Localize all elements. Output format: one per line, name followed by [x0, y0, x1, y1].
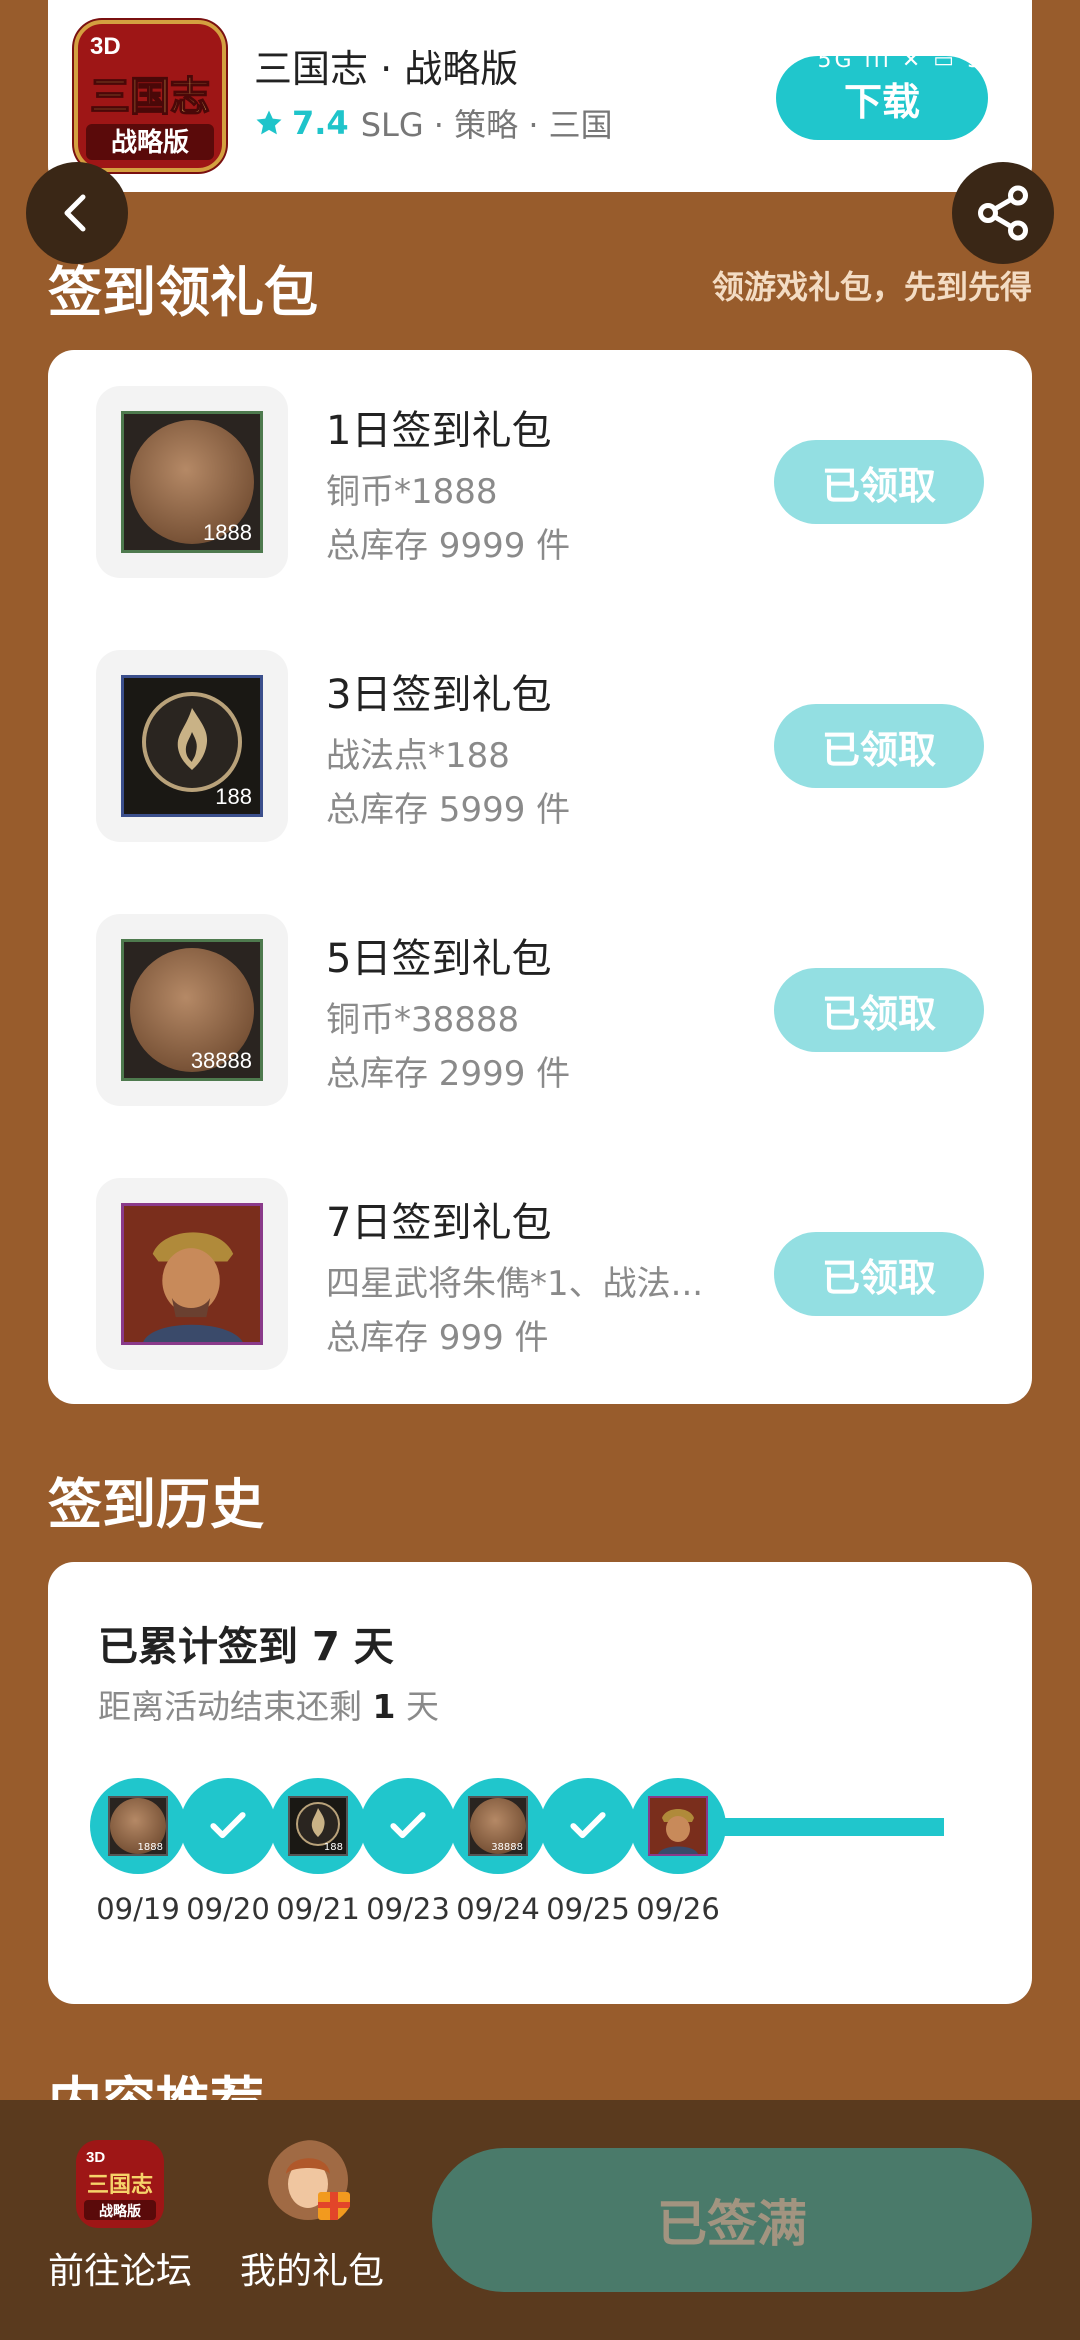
forum-icon-subtitle: 战略版	[99, 2203, 141, 2220]
gift-name: 1日签到礼包	[326, 408, 552, 454]
star-icon	[256, 110, 282, 135]
app-tags: SLG · 策略 · 三国	[360, 106, 613, 144]
gift-stock: 总库存 999 件	[326, 1318, 549, 1358]
flame-medal-icon: 188	[288, 1796, 348, 1856]
claimed-button[interactable]: 已领取	[774, 968, 984, 1052]
gift-list-card: 1888 1日签到礼包 铜币*1888 总库存 9999 件 已领取 188 3…	[48, 350, 1032, 1404]
remain-suffix: 天	[405, 1687, 439, 1726]
copper-coin-icon: 1888	[108, 1796, 168, 1856]
history-node-check	[180, 1778, 276, 1874]
check-icon	[210, 1812, 246, 1839]
app-meta: 7.4 SLG · 策略 · 三国	[254, 100, 613, 146]
node-qty: 1888	[137, 1842, 163, 1853]
forum-icon: 3D 三国志 战略版	[76, 2140, 164, 2228]
total-suffix: 天	[353, 1624, 394, 1670]
history-node-coin: 1888	[90, 1778, 186, 1874]
general-portrait-icon	[648, 1796, 708, 1856]
history-card: 已累计签到 7 天 距离活动结束还剩 1 天 1888 188 38888 09…	[48, 1562, 1032, 2004]
gift-stock: 总库存 5999 件	[326, 790, 571, 830]
bottom-action-bar: 3D 三国志 战略版 前往论坛 我的礼包 已签满	[0, 2100, 1080, 2340]
rating-value: 7.4	[292, 104, 349, 142]
forum-icon-title: 三国志	[87, 2173, 153, 2198]
history-node-check	[540, 1778, 636, 1874]
gift-thumb	[96, 1178, 288, 1370]
forum-button[interactable]: 3D 三国志 战略版 前往论坛	[20, 2140, 220, 2294]
gift-qty: 1888	[203, 520, 252, 545]
claimed-button[interactable]: 已领取	[774, 440, 984, 524]
gift-name: 5日签到礼包	[326, 936, 552, 982]
gift-name: 3日签到礼包	[326, 672, 552, 718]
remaining-days: 距离活动结束还剩 1 天	[98, 1680, 439, 1728]
copper-coin-icon: 38888	[468, 1796, 528, 1856]
gift-desc: 铜币*38888	[326, 1000, 520, 1040]
total-prefix: 已累计签到	[98, 1624, 298, 1670]
status-bar-overlay: 5G ıll ✕ ▭ 5%	[817, 48, 1008, 73]
history-node-check	[360, 1778, 456, 1874]
share-button[interactable]	[952, 162, 1054, 264]
forum-icon-3d: 3D	[86, 2149, 105, 2166]
copper-coin-icon: 1888	[121, 411, 263, 553]
gift-desc: 铜币*1888	[326, 472, 498, 512]
share-icon	[978, 185, 1028, 241]
remain-days: 1	[372, 1687, 396, 1726]
forum-label: 前往论坛	[47, 2251, 192, 2292]
my-gifts-button[interactable]: 我的礼包	[212, 2140, 412, 2294]
gift-row: 1888 1日签到礼包 铜币*1888 总库存 9999 件 已领取	[48, 386, 1032, 582]
gift-stock: 总库存 2999 件	[326, 1054, 571, 1094]
app-icon-title: 三国志	[90, 74, 210, 120]
claimed-button[interactable]: 已领取	[774, 1232, 984, 1316]
node-qty: 38888	[491, 1842, 523, 1853]
app-icon-3d: 3D	[90, 33, 121, 60]
gift-box-icon	[268, 2140, 356, 2228]
history-node-medal: 188	[270, 1778, 366, 1874]
my-gifts-label: 我的礼包	[239, 2251, 384, 2292]
node-qty: 188	[323, 1842, 343, 1853]
signin-full-button[interactable]: 已签满	[432, 2148, 1032, 2292]
claimed-button[interactable]: 已领取	[774, 704, 984, 788]
check-icon	[570, 1812, 606, 1839]
app-icon-subtitle: 战略版	[111, 127, 189, 158]
app-icon[interactable]: 3D 三国志 战略版	[72, 18, 228, 174]
history-date: 09/26	[636, 1892, 720, 1926]
history-node-general	[630, 1778, 726, 1874]
gift-row: 7日签到礼包 四星武将朱儁*1、战法... 总库存 999 件 已领取	[48, 1178, 1032, 1374]
gift-name: 7日签到礼包	[326, 1200, 552, 1246]
copper-coin-icon: 38888	[121, 939, 263, 1081]
app-rating: 7.4	[254, 104, 349, 142]
gift-qty: 38888	[190, 1048, 252, 1073]
gift-desc: 四星武将朱儁*1、战法...	[326, 1264, 704, 1304]
total-signin: 已累计签到 7 天	[98, 1614, 394, 1672]
app-header-card: 3D 三国志 战略版 三国志 · 战略版 7.4 SLG · 策略 · 三国 下…	[48, 0, 1032, 192]
remain-prefix: 距离活动结束还剩	[98, 1687, 362, 1726]
signin-title: 签到领礼包	[48, 261, 318, 324]
gift-qty: 188	[215, 784, 252, 809]
gift-thumb: 38888	[96, 914, 288, 1106]
check-icon	[390, 1812, 426, 1839]
flame-medal-icon: 188	[121, 675, 263, 817]
history-title: 签到历史	[48, 1473, 264, 1536]
signin-subtitle: 领游戏礼包，先到先得	[711, 268, 1032, 306]
total-days: 7	[311, 1624, 340, 1670]
gift-row: 188 3日签到礼包 战法点*188 总库存 5999 件 已领取	[48, 650, 1032, 846]
app-title: 三国志 · 战略版	[254, 47, 519, 91]
gift-thumb: 188	[96, 650, 288, 842]
gift-desc: 战法点*188	[326, 736, 510, 776]
general-portrait-icon	[121, 1203, 263, 1345]
history-node-coin: 38888	[450, 1778, 546, 1874]
gift-row: 38888 5日签到礼包 铜币*38888 总库存 2999 件 已领取	[48, 914, 1032, 1110]
gift-thumb: 1888	[96, 386, 288, 578]
gift-stock: 总库存 9999 件	[326, 526, 571, 566]
chevron-left-icon	[64, 194, 86, 232]
